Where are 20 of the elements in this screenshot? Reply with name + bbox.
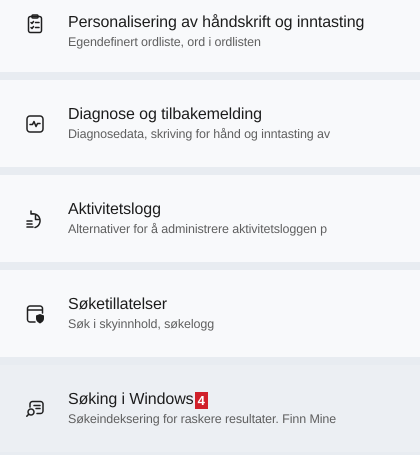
item-description: Egendefinert ordliste, ord i ordlisten [68, 35, 262, 49]
item-description: Søk i skyinnhold, søkelogg [68, 317, 214, 331]
number-badge: 4 [194, 392, 208, 408]
item-title: Personalisering av håndskrift og inntasting [68, 14, 364, 32]
item-title: Aktivitetslogg [68, 201, 161, 219]
item-description: Alternativer for å administrere aktivitetsloggen p [68, 222, 328, 236]
settings-item[interactable]: Aktivitetslogg Alternativer for å administrere aktivitetsloggen p [0, 175, 420, 262]
clipboard-checklist-icon [25, 14, 45, 34]
settings-item[interactable]: Søking i Windows 4 Søkeindeksering for raskere resultater. Finn Mine [0, 365, 420, 452]
settings-item[interactable]: Diagnose og tilbakemelding Diagnosedata, skriving for hånd og inntasting av [0, 80, 420, 167]
settings-item[interactable]: Personalisering av håndskrift og inntasting Egendefinert ordliste, ord i ordlisten [0, 0, 420, 72]
settings-item[interactable]: Søketillatelser Søk i skyinnhold, søkelogg [0, 270, 420, 357]
item-title: Søketillatelser [68, 296, 167, 314]
search-document-icon [25, 398, 45, 418]
item-description: Søkeindeksering for raskere resultater. Finn Mine [68, 412, 336, 426]
window-shield-icon [25, 304, 45, 324]
pulse-icon [25, 114, 45, 134]
item-title: Søking i Windows [68, 391, 194, 409]
item-title: Diagnose og tilbakemelding [68, 106, 262, 124]
item-description: Diagnosedata, skriving for hånd og inntasting av [68, 127, 330, 141]
